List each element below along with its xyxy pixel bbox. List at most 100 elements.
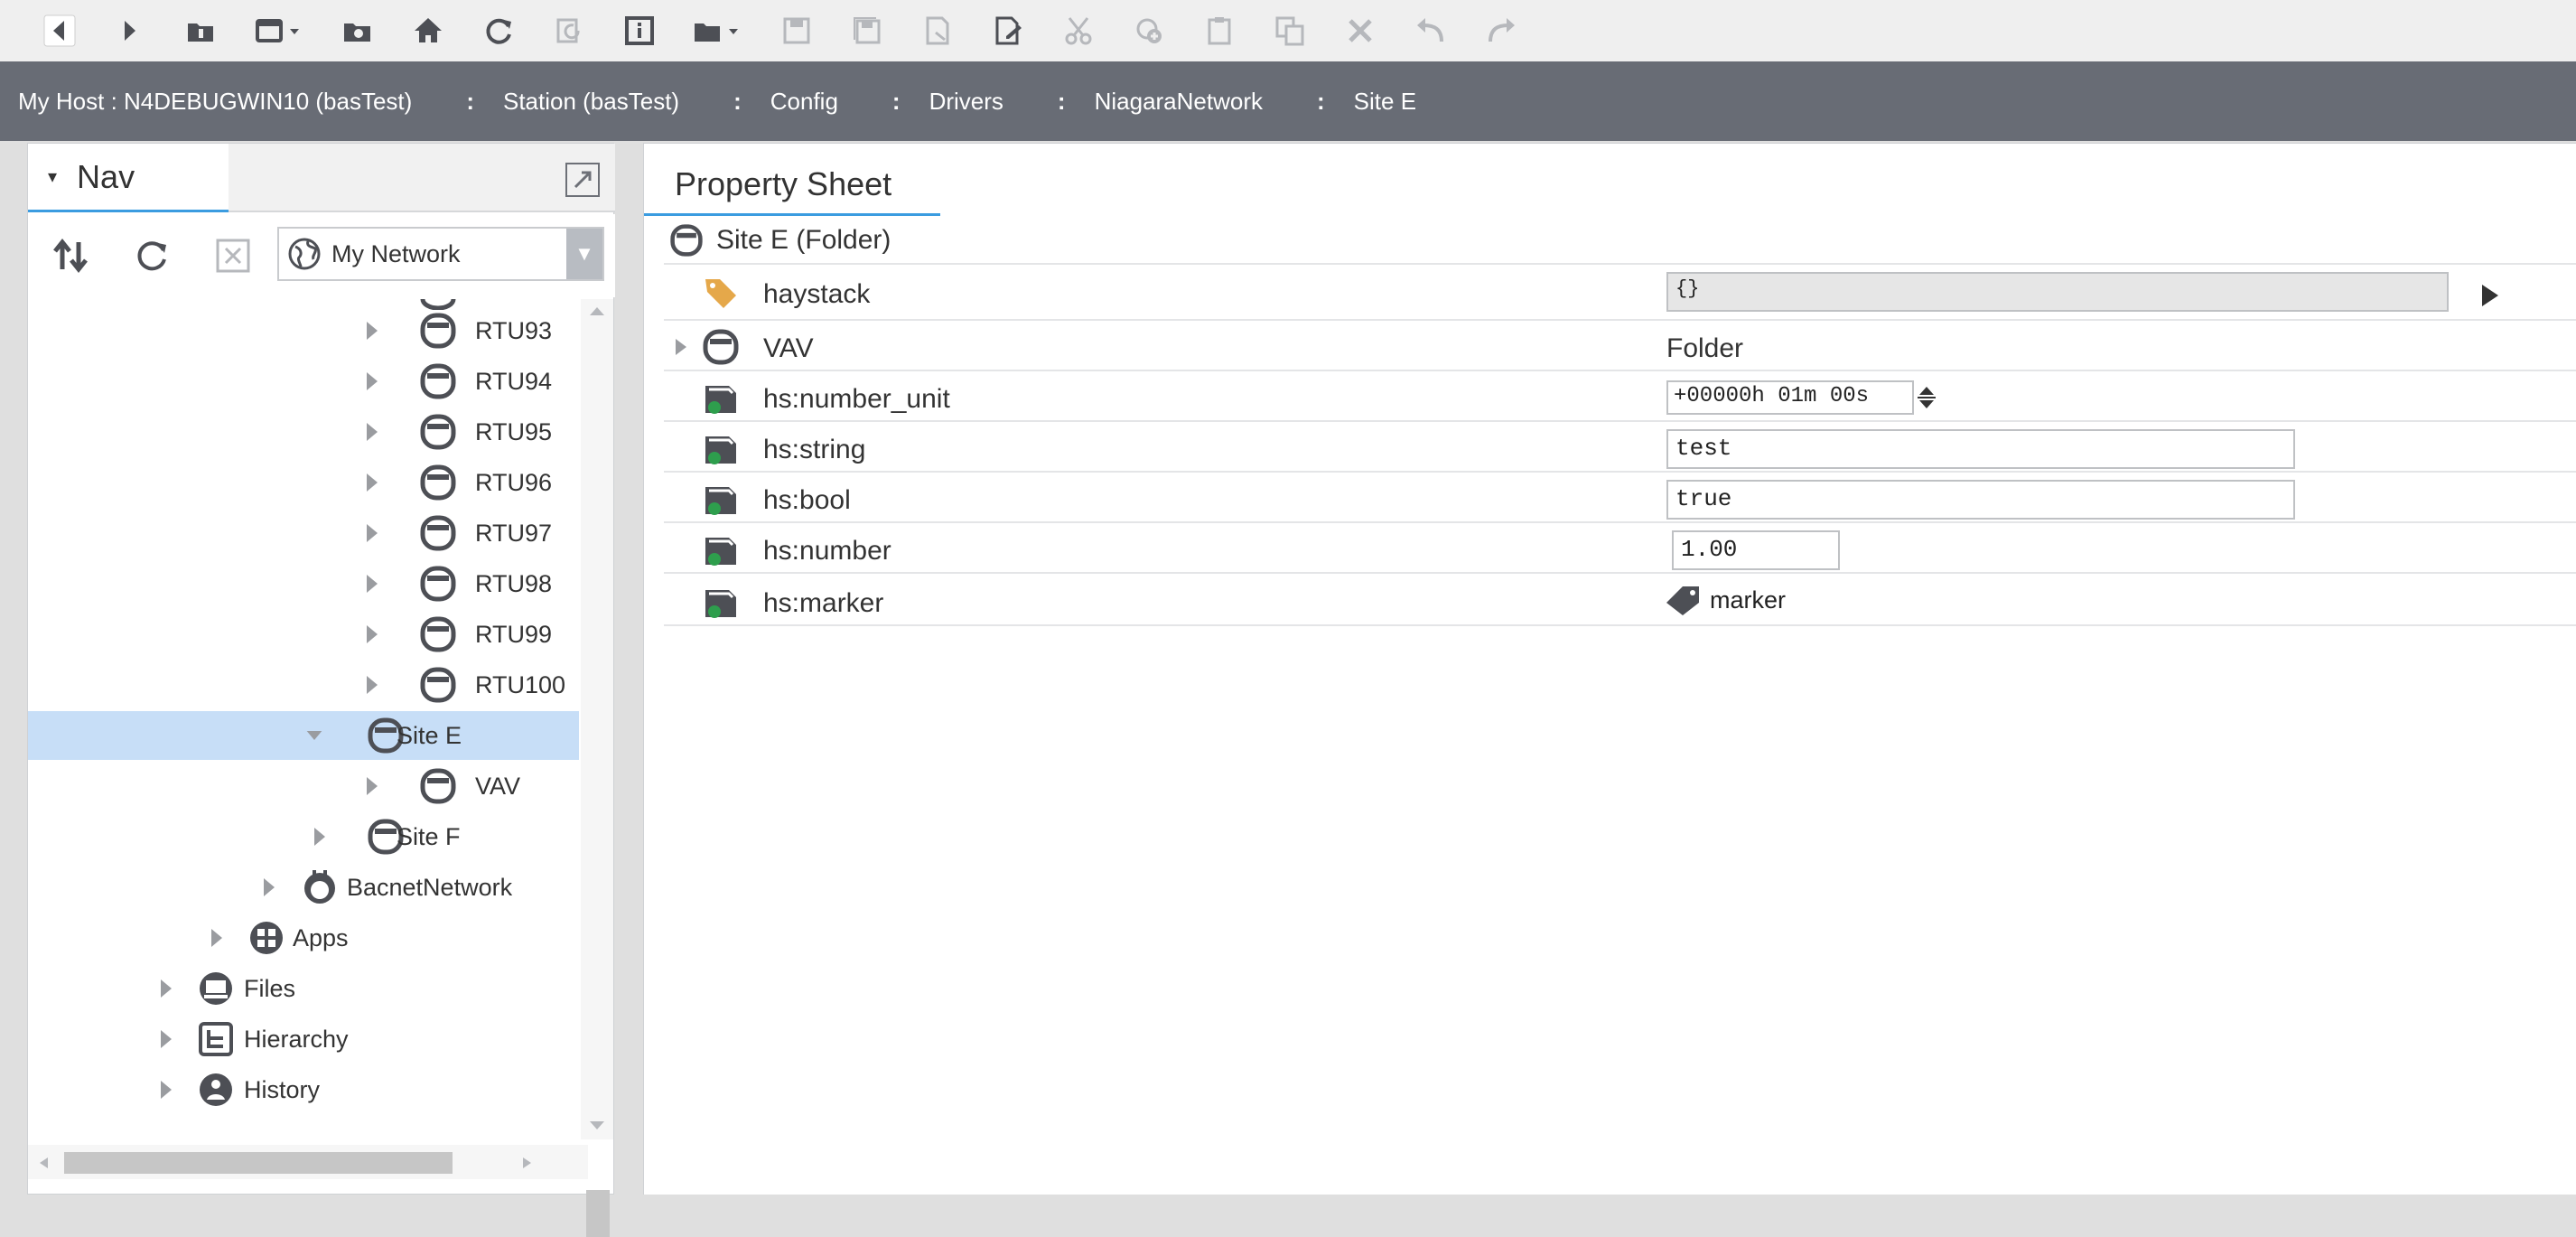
view-selector-icon[interactable] xyxy=(251,11,307,51)
tree-item-rtu97[interactable]: RTU97 xyxy=(28,509,579,558)
breadcrumb-host[interactable]: My Host : N4DEBUGWIN10 (basTest) xyxy=(18,88,412,116)
folder-icon xyxy=(420,313,456,349)
tree-item-vav[interactable]: VAV xyxy=(28,762,579,811)
nav-vertical-scrollbar[interactable] xyxy=(581,299,613,1237)
expand-triangle-icon[interactable] xyxy=(363,370,381,392)
expand-triangle-icon[interactable] xyxy=(311,826,329,848)
tree-item-history[interactable]: History xyxy=(28,1065,579,1114)
export-icon[interactable] xyxy=(918,11,957,51)
home-icon[interactable] xyxy=(408,11,448,51)
network-select[interactable]: My Network ▼ xyxy=(277,227,604,281)
expand-triangle-icon[interactable] xyxy=(363,573,381,595)
string-field[interactable]: test xyxy=(1666,429,2295,469)
tree-item-hierarchy[interactable]: Hierarchy xyxy=(28,1015,579,1064)
close-nav-icon[interactable] xyxy=(212,235,254,276)
scroll-down-icon[interactable] xyxy=(588,1120,606,1132)
nav-tab-bar: ▾ Nav xyxy=(28,144,615,212)
refresh-tree-icon[interactable] xyxy=(549,11,589,51)
play-arrow-icon[interactable] xyxy=(2479,283,2501,308)
sort-icon[interactable] xyxy=(50,235,91,276)
save-icon[interactable] xyxy=(777,11,817,51)
delete-icon[interactable] xyxy=(1340,11,1380,51)
duration-field[interactable]: +00000h 01m 00s xyxy=(1666,380,1914,415)
tree-item-site-e[interactable]: Site E xyxy=(28,711,579,760)
tree-item-files[interactable]: Files xyxy=(28,964,579,1013)
tree-item-bacnet-network[interactable]: BacnetNetwork xyxy=(28,863,579,912)
property-row-string: hs:string test xyxy=(664,424,2576,473)
breadcrumb-site-e[interactable]: Site E xyxy=(1354,88,1416,116)
haystack-field[interactable]: {} xyxy=(1666,272,2449,312)
forward-icon[interactable] xyxy=(110,11,150,51)
chevron-down-icon[interactable]: ▼ xyxy=(566,229,602,279)
tree-item-rtu96[interactable]: RTU96 xyxy=(28,458,579,507)
nav-horizontal-scrollbar[interactable] xyxy=(28,1145,588,1179)
collapse-triangle-icon[interactable] xyxy=(305,725,323,746)
tree-item-rtu95[interactable]: RTU95 xyxy=(28,408,579,456)
scrollbar-thumb[interactable] xyxy=(64,1152,453,1174)
scroll-left-icon[interactable] xyxy=(37,1156,50,1170)
tree-item-rtu99[interactable]: RTU99 xyxy=(28,610,579,659)
number-field[interactable]: 1.00 xyxy=(1672,530,1840,570)
tree-item-label: RTU94 xyxy=(475,367,553,395)
tab-property-sheet[interactable]: Property Sheet xyxy=(644,144,940,216)
expand-triangle-icon[interactable] xyxy=(363,421,381,443)
tree-item-site-f[interactable]: Site F xyxy=(28,812,579,861)
tree-item-label: RTU99 xyxy=(475,620,553,648)
folder-icon xyxy=(420,363,456,399)
up-level-icon[interactable] xyxy=(181,11,220,51)
breadcrumb-drivers[interactable]: Drivers xyxy=(929,88,1003,116)
expand-triangle-icon[interactable] xyxy=(157,1079,175,1101)
expand-triangle-icon[interactable] xyxy=(208,927,226,949)
open-file-icon[interactable] xyxy=(690,11,746,51)
breadcrumb-niagara-network[interactable]: NiagaraNetwork xyxy=(1095,88,1263,116)
paste-icon[interactable] xyxy=(1199,11,1239,51)
back-icon[interactable] xyxy=(40,11,79,51)
expand-triangle-icon[interactable] xyxy=(157,1028,175,1050)
maximize-icon[interactable] xyxy=(565,162,601,198)
breadcrumb-config[interactable]: Config xyxy=(770,88,838,116)
tab-nav[interactable]: ▾ Nav xyxy=(28,144,229,212)
expand-triangle-icon[interactable] xyxy=(673,337,689,357)
property-row-number: hs:number 1.00 xyxy=(664,525,2576,574)
expand-triangle-icon[interactable] xyxy=(363,775,381,797)
add-icon[interactable] xyxy=(1129,11,1169,51)
refresh-nav-icon[interactable] xyxy=(131,235,173,276)
redo-icon[interactable] xyxy=(1481,11,1521,51)
cut-icon[interactable] xyxy=(1059,11,1098,51)
expand-triangle-icon[interactable] xyxy=(260,876,278,898)
breadcrumb-separator: : xyxy=(466,87,474,115)
expand-triangle-icon[interactable] xyxy=(363,674,381,696)
expand-triangle-icon[interactable] xyxy=(363,472,381,493)
save-all-icon[interactable] xyxy=(847,11,887,51)
tree-item-label: RTU100 xyxy=(475,670,566,698)
breadcrumb-station[interactable]: Station (basTest) xyxy=(503,88,679,116)
property-row-vav[interactable]: VAV Folder xyxy=(664,323,2576,371)
duplicate-icon[interactable] xyxy=(1270,11,1310,51)
open-folder-icon[interactable] xyxy=(338,11,378,51)
folder-icon xyxy=(420,616,456,652)
scrollbar-thumb[interactable] xyxy=(586,1190,610,1237)
edit-document-icon[interactable] xyxy=(988,11,1028,51)
spinner-icon[interactable] xyxy=(1916,384,1937,411)
undo-icon[interactable] xyxy=(1411,11,1451,51)
info-icon[interactable] xyxy=(620,11,659,51)
hierarchy-icon xyxy=(199,1022,233,1056)
expand-triangle-icon[interactable] xyxy=(363,623,381,645)
tree-item-rtu100[interactable]: RTU100 xyxy=(28,661,579,709)
refresh-icon[interactable] xyxy=(479,11,518,51)
tree-item-rtu94[interactable]: RTU94 xyxy=(28,357,579,406)
expand-triangle-icon[interactable] xyxy=(363,320,381,342)
tree-item-apps[interactable]: Apps xyxy=(28,914,579,962)
expand-triangle-icon[interactable] xyxy=(157,978,175,999)
scroll-up-icon[interactable] xyxy=(588,305,606,317)
property-row-marker: hs:marker marker xyxy=(664,576,2576,626)
collapse-triangle-icon[interactable]: ▾ xyxy=(48,165,57,188)
expand-triangle-icon[interactable] xyxy=(363,522,381,544)
tree-item-rtu93[interactable]: RTU93 xyxy=(28,306,579,355)
property-name: hs:marker xyxy=(763,588,884,618)
property-name: hs:string xyxy=(763,435,866,464)
bool-field[interactable]: true xyxy=(1666,480,2295,520)
tree-item-rtu98[interactable]: RTU98 xyxy=(28,559,579,608)
point-icon xyxy=(705,386,736,414)
scroll-right-icon[interactable] xyxy=(521,1156,534,1170)
